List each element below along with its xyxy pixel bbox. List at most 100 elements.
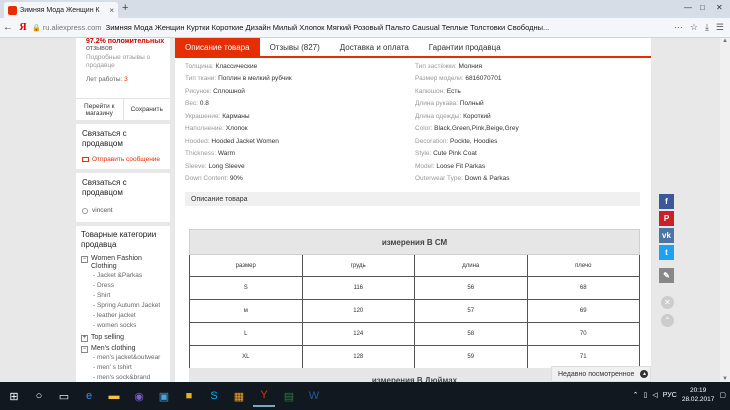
yandex-browser-icon[interactable]: Y [253,385,275,407]
property-key: Тип застёжки: [415,62,459,70]
tab-close-icon[interactable]: × [109,6,114,15]
header-shoulder: плечо [526,254,640,277]
member-name: vincent [92,207,113,214]
excel-icon[interactable]: ▤ [278,385,300,407]
property-value: 90% [229,175,243,183]
property-value: Поплин в мелкий рубчик [218,75,292,83]
new-tab-button[interactable]: + [122,2,128,14]
collapse-toggle-icon[interactable]: − [81,346,88,353]
property-row: Вес: 0.8 Длина рукава: Полный [185,98,645,111]
subcategory-link[interactable]: - Shirt [81,291,165,301]
property-row: Тип ткани: Поплин в мелкий рубчик Размер … [185,73,645,86]
word-icon[interactable]: W [303,385,325,407]
facebook-share-icon[interactable]: f [659,194,674,209]
start-windows-icon[interactable]: ⊞ [3,385,25,407]
language-indicator[interactable]: РУС [663,392,677,399]
subcategory-link[interactable]: - men's jacket&outwear [81,353,165,363]
twitter-share-icon[interactable]: t [659,245,674,260]
more-icon[interactable]: ⋯ [674,22,683,33]
subcategory-link[interactable]: - men's sock&brand socks [81,373,165,382]
property-cell: Длина рукава: Полный [415,100,645,107]
recently-viewed-button[interactable]: Недавно посмотренное ▲ [551,366,651,382]
scroll-top-icon[interactable]: ⌃ [661,314,674,327]
property-key: Тип ткани: [185,75,219,83]
property-row: Hooded: Hooded Jacket Women Decoration: P… [185,135,645,148]
visit-store-button[interactable]: Перейти к магазину [76,99,124,120]
category-mens-clothing[interactable]: − Men's clothing [81,345,165,353]
bookmark-star-icon[interactable]: ☆ [690,22,698,33]
subcategory-link[interactable]: - men' s tshirt [81,363,165,373]
size-cell: XL [189,345,303,369]
property-cell: Длина одежды: Короткий [415,113,645,120]
back-button[interactable]: ← [0,22,16,33]
property-cell: Down Content: 90% [185,175,415,182]
property-value: Pockte, Hoodies [450,137,498,145]
length-cell: 59 [414,345,528,369]
download-icon[interactable]: ⤓ [705,22,709,33]
store-icon[interactable]: ▣ [153,385,175,407]
task-view-icon[interactable]: ▭ [53,385,75,407]
tab-shipping[interactable]: Доставка и оплата [330,38,419,56]
vk-share-icon[interactable]: vk [659,228,674,243]
skype-icon[interactable]: S [203,385,225,407]
edit-icon[interactable]: ✎ [659,268,674,283]
property-cell: Hooded: Hooded Jacket Women [185,138,415,145]
subcategory-link[interactable]: - Spring Autumn Jacket [81,301,165,311]
property-key: Style: [415,150,434,158]
network-icon[interactable]: ▯ [644,391,648,399]
page-scrollbar[interactable]: ▲ ▼ [720,38,730,382]
pinterest-share-icon[interactable]: P [659,211,674,226]
property-cell: Вес: 0.8 [185,100,415,107]
volume-icon[interactable]: ◁ [652,391,657,399]
tab-reviews[interactable]: Отзывы (827) [260,38,330,56]
tray-arrow-icon[interactable]: ⌃ [633,391,639,399]
property-cell: Outerwear Type: Down & Parkas [415,175,645,182]
close-window-button[interactable]: ✕ [716,3,723,12]
search-icon[interactable]: ○ [28,385,50,407]
url-field[interactable]: ru.aliexpress.com Зимняя Мода Женщин Кур… [43,23,573,32]
property-value: Long Sleeve [208,162,245,170]
subcategory-link[interactable]: - leather jacket [81,311,165,321]
close-circle-icon[interactable]: ✕ [661,296,674,309]
property-key: Sleeve: [185,162,209,170]
file-explorer-icon[interactable]: ▬ [103,385,125,407]
subcategory-link[interactable]: - women socks [81,321,165,331]
property-value: Классические [215,62,258,70]
description-heading: Описание товара [185,192,640,206]
header-length: длина [414,254,528,277]
notifications-icon[interactable]: ▢ [719,391,726,399]
seller-sidebar: 97.2% положительных отзывов Подробные от… [76,38,170,382]
detailed-feedback-link[interactable]: Подробные отзывы о продавце [86,54,166,70]
url-page-title: Зимняя Мода Женщин Куртки Короткие Дизай… [105,23,550,32]
category-women-fashion[interactable]: − Women Fashion Clothing [81,255,165,271]
photos-icon[interactable]: ▦ [228,385,250,407]
seller-member[interactable]: vincent [76,203,170,222]
clock-date: 28.02.2017 [681,396,715,403]
subcategory-link[interactable]: - Jacket &Parkas [81,271,165,281]
menu-icon[interactable]: ☰ [716,22,724,33]
collapse-toggle-icon[interactable]: − [81,256,88,263]
clock[interactable]: 20:19 28.02.2017 [682,386,715,404]
maximize-button[interactable]: □ [700,3,705,12]
scroll-up-icon[interactable]: ▲ [720,38,730,44]
subcategory-link[interactable]: - Dress [81,281,165,291]
product-detail-panel: Описание товара Отзывы (827) Доставка и … [175,38,651,382]
tab-guarantees[interactable]: Гарантии продавца [419,38,511,56]
save-store-button[interactable]: Сохранить [124,99,171,120]
edge-browser-icon[interactable]: e [78,385,100,407]
expand-toggle-icon[interactable]: + [81,335,88,342]
property-value: 6816070701 [465,75,502,83]
minimize-button[interactable]: — [684,3,692,12]
viber-icon[interactable]: ◉ [128,385,150,407]
tab-description[interactable]: Описание товара [175,38,260,56]
browser-tab[interactable]: Зимняя Мода Женщин К × [4,2,118,18]
yandex-logo-icon[interactable]: Я [16,22,30,33]
property-value: Карманы [222,112,250,120]
media-icon[interactable]: ■ [178,385,200,407]
size-chart-cm: измерения В СМ размер грудь длина плечо … [189,229,640,369]
property-cell: Color: Black,Green,Pink,Beige,Grey [415,125,645,132]
shoulder-cell: 69 [526,299,640,323]
send-message-link[interactable]: Отправить сообщение [76,154,170,169]
category-top-selling[interactable]: + Top selling [81,334,165,342]
size-cell: L [189,322,303,346]
